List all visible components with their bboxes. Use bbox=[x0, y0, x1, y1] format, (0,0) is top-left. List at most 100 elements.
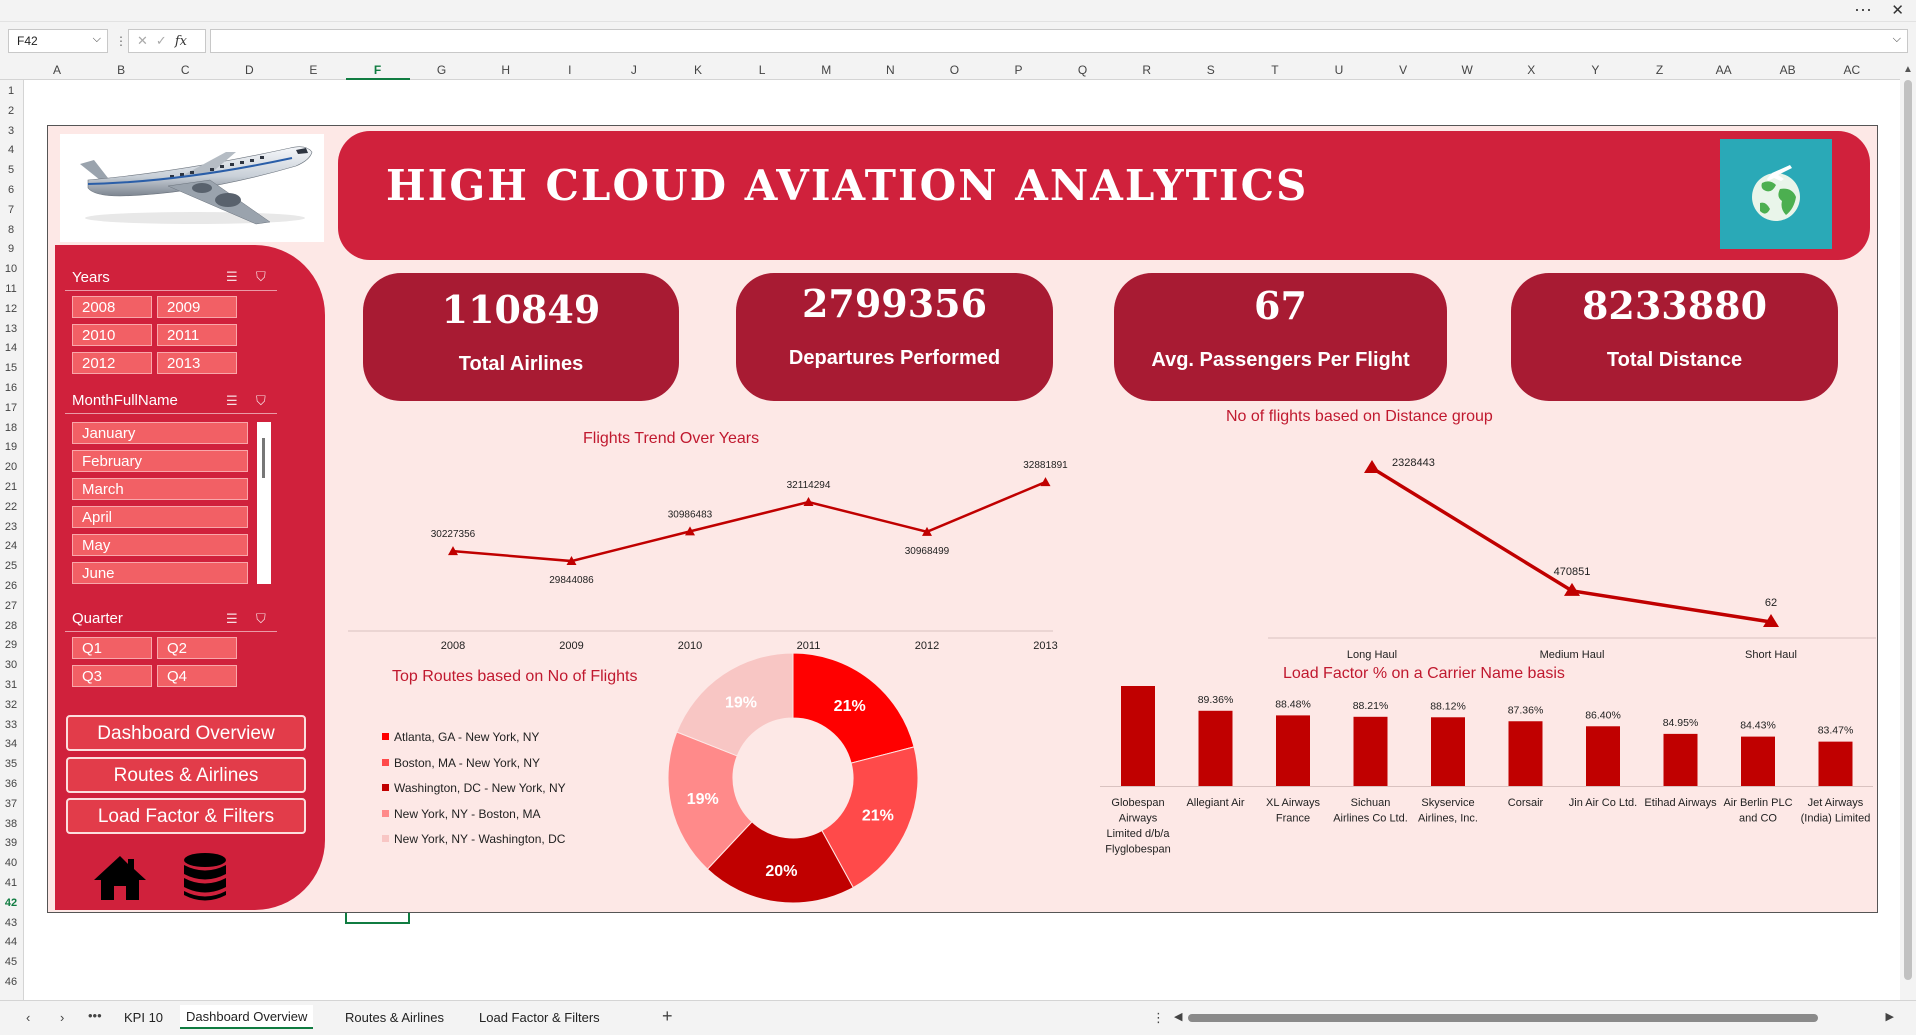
row-header[interactable]: 21 bbox=[0, 481, 22, 493]
routes-airlines-button[interactable]: Routes & Airlines bbox=[66, 757, 306, 793]
column-header[interactable]: N bbox=[870, 63, 910, 77]
slicer-item-year[interactable]: 2010 bbox=[72, 324, 152, 346]
slicer-item-month[interactable]: January bbox=[72, 422, 248, 444]
row-header[interactable]: 14 bbox=[0, 342, 22, 354]
column-header[interactable]: H bbox=[486, 63, 526, 77]
column-header[interactable]: G bbox=[422, 63, 462, 77]
multi-select-icon[interactable]: ☰ bbox=[226, 611, 238, 627]
tabs-grip-icon[interactable]: ⋮ bbox=[1152, 1010, 1165, 1026]
next-sheet-icon[interactable]: › bbox=[60, 1010, 64, 1025]
column-header[interactable]: D bbox=[229, 63, 269, 77]
row-header[interactable]: 3 bbox=[0, 125, 22, 137]
row-header[interactable]: 37 bbox=[0, 798, 22, 810]
row-header[interactable]: 45 bbox=[0, 956, 22, 968]
slicer-item-year[interactable]: 2011 bbox=[157, 324, 237, 346]
row-header[interactable]: 8 bbox=[0, 224, 22, 236]
tab-load-factor-filters[interactable]: Load Factor & Filters bbox=[479, 1010, 600, 1025]
scrollbar-thumb[interactable] bbox=[1904, 80, 1912, 980]
prev-sheet-icon[interactable]: ‹ bbox=[26, 1010, 30, 1025]
column-header[interactable]: S bbox=[1191, 63, 1231, 77]
column-header[interactable]: A bbox=[37, 63, 77, 77]
cancel-icon[interactable]: ✕ bbox=[137, 33, 156, 48]
row-header[interactable]: 28 bbox=[0, 620, 22, 632]
row-header[interactable]: 41 bbox=[0, 877, 22, 889]
row-header[interactable]: 22 bbox=[0, 501, 22, 513]
column-header[interactable]: AA bbox=[1704, 63, 1744, 77]
database-icon[interactable] bbox=[182, 852, 228, 902]
row-header[interactable]: 43 bbox=[0, 917, 22, 929]
row-header[interactable]: 16 bbox=[0, 382, 22, 394]
column-header[interactable]: Q bbox=[1063, 63, 1103, 77]
chevron-down-icon[interactable]: ⌵ bbox=[93, 33, 101, 46]
row-header[interactable]: 42 bbox=[0, 897, 22, 909]
row-header[interactable]: 33 bbox=[0, 719, 22, 731]
row-header[interactable]: 18 bbox=[0, 422, 22, 434]
row-header[interactable]: 35 bbox=[0, 758, 22, 770]
clear-filter-icon[interactable]: ⛉ bbox=[256, 611, 266, 627]
slicer-item-month[interactable]: February bbox=[72, 450, 248, 472]
column-header[interactable]: F bbox=[358, 63, 398, 77]
row-header[interactable]: 44 bbox=[0, 936, 22, 948]
column-header[interactable]: M bbox=[806, 63, 846, 77]
row-header[interactable]: 9 bbox=[0, 243, 22, 255]
row-header[interactable]: 31 bbox=[0, 679, 22, 691]
column-header[interactable]: U bbox=[1319, 63, 1359, 77]
tab-kpi-10[interactable]: KPI 10 bbox=[124, 1010, 163, 1025]
column-header[interactable]: V bbox=[1383, 63, 1423, 77]
function-icon[interactable]: fx bbox=[175, 34, 187, 49]
column-header[interactable]: L bbox=[742, 63, 782, 77]
column-header[interactable]: Z bbox=[1640, 63, 1680, 77]
row-header[interactable]: 5 bbox=[0, 164, 22, 176]
slicer-scrollbar-thumb[interactable] bbox=[262, 438, 265, 478]
column-header[interactable]: W bbox=[1447, 63, 1487, 77]
column-header[interactable]: P bbox=[999, 63, 1039, 77]
row-header[interactable]: 4 bbox=[0, 144, 22, 156]
row-header[interactable]: 46 bbox=[0, 976, 22, 988]
row-header[interactable]: 6 bbox=[0, 184, 22, 196]
column-header[interactable]: T bbox=[1255, 63, 1295, 77]
column-header[interactable]: R bbox=[1127, 63, 1167, 77]
slicer-item-year[interactable]: 2008 bbox=[72, 296, 152, 318]
column-header[interactable]: X bbox=[1511, 63, 1551, 77]
row-header[interactable]: 15 bbox=[0, 362, 22, 374]
column-header[interactable]: AC bbox=[1832, 63, 1872, 77]
tab-dashboard-overview[interactable]: Dashboard Overview bbox=[180, 1005, 314, 1029]
tab-routes-airlines[interactable]: Routes & Airlines bbox=[345, 1010, 444, 1025]
name-box[interactable]: F42 ⌵ bbox=[8, 29, 108, 53]
slicer-item-quarter[interactable]: Q1 bbox=[72, 637, 152, 659]
row-header[interactable]: 23 bbox=[0, 521, 22, 533]
slicer-item-quarter[interactable]: Q2 bbox=[157, 637, 237, 659]
column-header[interactable]: AB bbox=[1768, 63, 1808, 77]
column-header[interactable]: E bbox=[293, 63, 333, 77]
slicer-item-month[interactable]: May bbox=[72, 534, 248, 556]
vertical-scrollbar[interactable]: ▲ bbox=[1900, 60, 1916, 1000]
row-header[interactable]: 29 bbox=[0, 639, 22, 651]
ellipsis-icon[interactable]: ··· bbox=[1854, 0, 1872, 18]
slicer-scrollbar[interactable] bbox=[257, 422, 271, 584]
check-icon[interactable]: ✓ bbox=[156, 33, 175, 48]
row-header[interactable]: 10 bbox=[0, 263, 22, 275]
slicer-item-quarter[interactable]: Q3 bbox=[72, 665, 152, 687]
row-header[interactable]: 36 bbox=[0, 778, 22, 790]
slicer-item-year[interactable]: 2009 bbox=[157, 296, 237, 318]
column-header[interactable]: I bbox=[550, 63, 590, 77]
clear-filter-icon[interactable]: ⛉ bbox=[256, 269, 266, 285]
column-header[interactable]: C bbox=[165, 63, 205, 77]
clear-filter-icon[interactable]: ⛉ bbox=[256, 393, 266, 409]
row-header[interactable]: 12 bbox=[0, 303, 22, 315]
scrollbar-thumb[interactable] bbox=[1188, 1014, 1818, 1022]
slicer-item-year[interactable]: 2013 bbox=[157, 352, 237, 374]
chevron-down-icon[interactable]: ⌵ bbox=[1893, 33, 1901, 46]
horizontal-scrollbar[interactable]: ◀ ▶ bbox=[1174, 1011, 1894, 1023]
row-header[interactable]: 17 bbox=[0, 402, 22, 414]
row-header[interactable]: 1 bbox=[0, 85, 22, 97]
row-header[interactable]: 19 bbox=[0, 441, 22, 453]
multi-select-icon[interactable]: ☰ bbox=[226, 393, 238, 409]
slicer-item-month[interactable]: March bbox=[72, 478, 248, 500]
add-sheet-button[interactable]: + bbox=[662, 1006, 673, 1027]
row-header[interactable]: 13 bbox=[0, 323, 22, 335]
close-icon[interactable]: ✕ bbox=[1891, 1, 1904, 19]
row-header[interactable]: 20 bbox=[0, 461, 22, 473]
row-header[interactable]: 24 bbox=[0, 540, 22, 552]
row-header[interactable]: 34 bbox=[0, 738, 22, 750]
